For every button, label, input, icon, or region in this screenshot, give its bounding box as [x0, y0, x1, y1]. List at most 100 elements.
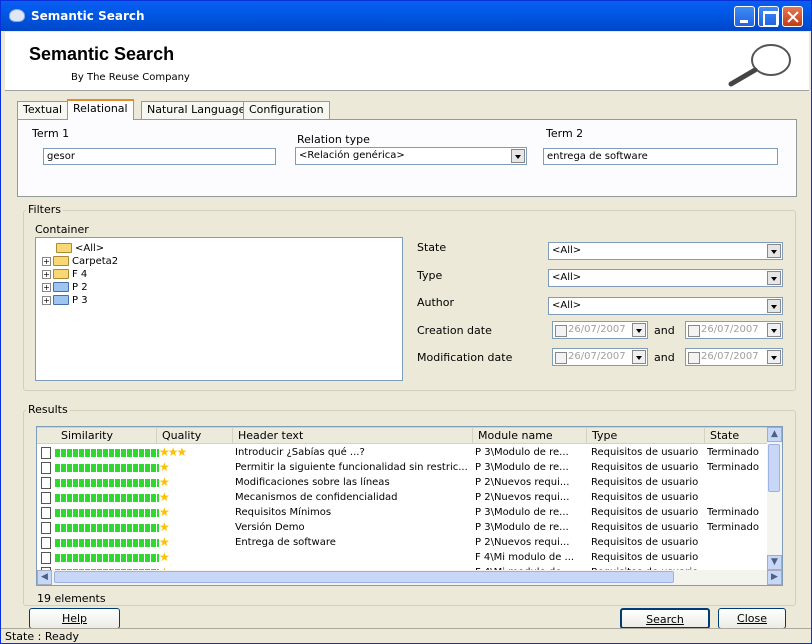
document-icon — [41, 552, 51, 564]
vertical-scrollbar[interactable]: ▲ ▼ — [767, 427, 782, 570]
header-text-cell: Introducir ¿Sabías qué ...? — [235, 447, 365, 458]
relational-panel: Term 1 gesor Relation type <Relación gen… — [17, 119, 797, 197]
status-bar: State : Ready — [1, 628, 811, 643]
type-cell: Requisitos de usuario — [591, 522, 699, 533]
maximize-button[interactable] — [758, 6, 779, 27]
chevron-down-icon[interactable] — [767, 350, 781, 364]
type-value: <All> — [552, 272, 582, 283]
author-select[interactable]: <All> — [548, 297, 783, 315]
table-row[interactable]: ★ Modificaciones sobre las líneas P 2\Nuev… — [37, 475, 768, 490]
expand-icon[interactable]: + — [42, 282, 51, 292]
expand-icon[interactable]: + — [42, 295, 51, 305]
chevron-down-icon[interactable] — [767, 299, 781, 313]
expand-icon[interactable]: + — [42, 256, 51, 266]
chevron-down-icon[interactable] — [632, 350, 646, 364]
tree-node-carpeta2[interactable]: + Carpeta2 — [42, 255, 118, 268]
similarity-bar — [55, 554, 159, 562]
table-row[interactable]: ★ Mecanismos de confidencialidad P 2\Nuevo… — [37, 490, 768, 505]
h-scroll-thumb[interactable] — [54, 571, 674, 583]
quality-stars: ★ — [159, 475, 170, 489]
modification-date-label: Modification date — [417, 351, 513, 364]
state-value: <All> — [552, 245, 582, 256]
column-header-text[interactable]: Header text — [233, 427, 473, 444]
creation-date-to[interactable]: 26/07/2007 — [685, 321, 783, 339]
scroll-left-icon[interactable]: ◀ — [37, 570, 52, 585]
type-cell: Requisitos de usuario — [591, 552, 699, 563]
state-cell: Terminado — [707, 507, 759, 518]
close-window-button[interactable] — [782, 6, 803, 27]
document-icon — [41, 507, 51, 519]
chevron-down-icon[interactable] — [767, 244, 781, 258]
relation-type-select[interactable]: <Relación genérica> — [295, 147, 527, 165]
column-quality[interactable]: Quality — [157, 427, 233, 444]
module-cell: P 3\Modulo de re... — [475, 462, 569, 473]
state-cell: Terminado — [707, 462, 759, 473]
type-select[interactable]: <All> — [548, 269, 783, 287]
state-label: State — [417, 241, 447, 254]
quality-stars: ★ — [159, 520, 170, 534]
tab-natural-language[interactable]: Natural Language — [141, 101, 252, 119]
folder-icon — [53, 256, 69, 266]
type-cell: Requisitos de usuario — [591, 477, 699, 488]
column-module-name[interactable]: Module name — [473, 427, 587, 444]
document-icon — [41, 477, 51, 489]
chevron-down-icon[interactable] — [767, 323, 781, 337]
scroll-up-icon[interactable]: ▲ — [767, 427, 782, 442]
results-count: 19 elements — [37, 592, 106, 605]
table-row[interactable]: ★ Requisitos Mínimos P 3\Modulo de re... Re… — [37, 505, 768, 520]
module-cell: P 2\Nuevos requi... — [475, 492, 570, 503]
chevron-down-icon[interactable] — [767, 271, 781, 285]
container-tree[interactable]: <All> + Carpeta2 + F 4 + P 2 + P 3 — [35, 237, 403, 381]
tab-relational[interactable]: Relational — [67, 99, 134, 120]
table-row[interactable]: ★ Entrega de software P 2\Nuevos requi... R… — [37, 535, 768, 550]
tree-node-p3[interactable]: + P 3 — [42, 294, 88, 307]
tree-node-all[interactable]: <All> — [56, 242, 104, 255]
scroll-thumb[interactable] — [768, 444, 780, 492]
title-bar[interactable]: Semantic Search — [1, 1, 811, 31]
project-folder-icon — [53, 282, 69, 292]
table-row[interactable]: ★★★ Introducir ¿Sabías qué ...? P 3\Modulo… — [37, 445, 768, 460]
similarity-bar — [55, 524, 159, 532]
state-cell: Terminado — [707, 522, 759, 533]
modification-date-from[interactable]: 26/07/2007 — [552, 348, 648, 366]
creation-date-from[interactable]: 26/07/2007 — [552, 321, 648, 339]
header-text-cell: Modificaciones sobre las líneas — [235, 477, 390, 488]
expand-icon[interactable]: + — [42, 269, 51, 279]
document-icon — [41, 522, 51, 534]
results-list[interactable]: Similarity Quality Header text Module na… — [36, 426, 783, 586]
results-title: Results — [26, 403, 70, 416]
search-button[interactable]: Search — [620, 608, 710, 629]
column-state[interactable]: State — [705, 427, 770, 444]
project-folder-icon — [53, 295, 69, 305]
header-text-cell: Entrega de software — [235, 537, 336, 548]
filters-title: Filters — [26, 203, 63, 216]
creation-date-label: Creation date — [417, 324, 492, 337]
term1-input[interactable]: gesor — [43, 148, 276, 165]
tab-configuration[interactable]: Configuration — [243, 101, 330, 119]
tree-node-f4[interactable]: + F 4 — [42, 268, 87, 281]
tab-textual[interactable]: Textual — [17, 101, 69, 119]
term2-input[interactable]: entrega de software — [543, 148, 778, 165]
quality-stars: ★★★ — [159, 445, 187, 459]
chevron-down-icon[interactable] — [632, 323, 646, 337]
type-cell: Requisitos de usuario — [591, 447, 699, 458]
table-row[interactable]: ★ F 4\Mi modulo de ... Requisitos de usuar… — [37, 550, 768, 565]
chevron-down-icon[interactable] — [511, 149, 525, 163]
author-label: Author — [417, 296, 455, 309]
column-similarity[interactable]: Similarity — [37, 427, 157, 444]
table-row[interactable]: ★ Permitir la siguiente funcionalidad sin… — [37, 460, 768, 475]
minimize-button[interactable] — [734, 6, 755, 27]
state-select[interactable]: <All> — [548, 242, 783, 260]
tree-node-p2[interactable]: + P 2 — [42, 281, 88, 294]
help-button[interactable]: Help — [29, 608, 120, 629]
column-type[interactable]: Type — [587, 427, 705, 444]
close-button[interactable]: Close — [718, 608, 786, 629]
scroll-right-icon[interactable]: ▶ — [767, 570, 782, 585]
table-row[interactable]: ★ Versión Demo P 3\Modulo de re... Requisit… — [37, 520, 768, 535]
magnifier-icon — [728, 44, 791, 87]
horizontal-scrollbar[interactable]: ◀ ▶ — [37, 570, 782, 585]
and-label: and — [654, 324, 675, 337]
scroll-down-icon[interactable]: ▼ — [767, 555, 782, 570]
modification-date-to[interactable]: 26/07/2007 — [685, 348, 783, 366]
app-icon — [9, 9, 25, 22]
